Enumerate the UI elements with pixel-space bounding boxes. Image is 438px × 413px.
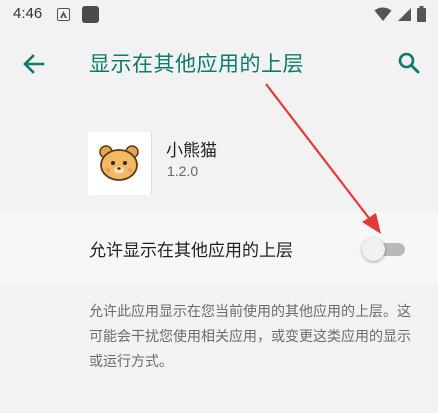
status-icons <box>374 6 426 22</box>
app-info: 小熊猫 1.2.0 <box>0 118 438 198</box>
permission-description: 允许此应用显示在您当前使用的其他应用的上层。这可能会干扰您使用相关应用，或变更这… <box>89 304 411 370</box>
status-time: 4:46 <box>13 5 43 22</box>
overlay-permission-label: 允许显示在其他应用的上层 <box>89 241 293 261</box>
notification-square-icon <box>82 6 99 23</box>
arrow-back-icon <box>23 54 45 74</box>
app-icon <box>88 132 151 195</box>
app-name: 小熊猫 <box>166 141 217 161</box>
battery-icon <box>417 6 426 22</box>
wifi-icon <box>374 7 392 21</box>
status-bar: 4:46 <box>0 0 438 28</box>
divider <box>151 132 152 195</box>
back-button[interactable] <box>20 50 48 78</box>
signal-icon <box>398 7 411 21</box>
search-icon <box>398 52 420 74</box>
bear-face-icon <box>99 145 139 181</box>
search-button[interactable] <box>395 49 423 77</box>
app-version: 1.2.0 <box>167 163 199 179</box>
overlay-permission-row[interactable]: 允许显示在其他应用的上层 <box>0 213 438 285</box>
overlay-permission-switch[interactable] <box>360 237 408 261</box>
page-title: 显示在其他应用的上层 <box>89 52 304 76</box>
switch-thumb <box>362 238 385 261</box>
notification-a-icon <box>57 8 70 21</box>
app-bar: 显示在其他应用的上层 <box>0 28 438 100</box>
